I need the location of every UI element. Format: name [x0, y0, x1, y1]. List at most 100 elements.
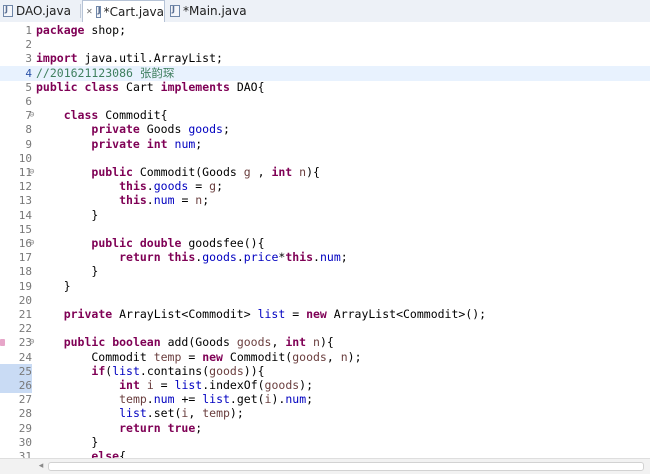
code-text: Goods	[139, 122, 189, 137]
line-number: 23	[18, 336, 32, 350]
field-token: num	[153, 193, 175, 208]
keyword-token: this	[285, 250, 314, 265]
variable-token: goods	[264, 378, 300, 392]
code-line[interactable]: 9 private int num;	[0, 137, 650, 152]
code-content: }	[36, 208, 98, 223]
code-text: .	[236, 250, 244, 265]
keyword-token: this	[167, 250, 196, 265]
code-content: public Commodit(Goods g , int n){	[36, 165, 320, 180]
line-number: 8	[25, 123, 32, 137]
keyword-token: public	[36, 79, 78, 94]
line-number: 5	[25, 80, 32, 94]
code-content: }	[36, 279, 71, 294]
code-content: this.goods = g;	[36, 179, 223, 194]
keyword-token: private	[63, 307, 113, 321]
code-line[interactable]: 4 //201621123086 张韵琛	[0, 65, 650, 81]
field-token: num	[319, 250, 341, 265]
line-number: 17	[18, 251, 32, 265]
code-line[interactable]: 2	[0, 37, 650, 52]
keyword-token: int	[119, 378, 140, 392]
tab-cart-java[interactable]: ✕ *Cart.java	[82, 0, 165, 22]
code-line[interactable]: 10	[0, 151, 650, 166]
scroll-left-arrow-icon[interactable]: ◂	[36, 461, 46, 472]
keyword-token: int	[146, 136, 168, 151]
code-text: .	[146, 193, 154, 208]
code-line[interactable]: 15	[0, 222, 650, 237]
keyword-token: public	[91, 165, 133, 179]
keyword-token: new	[202, 349, 223, 364]
code-line[interactable]: 17 return this.goods.price*this.num;	[0, 250, 650, 265]
variable-token: g	[243, 165, 251, 179]
code-line[interactable]: 8 private Goods goods;	[0, 122, 650, 137]
code-line[interactable]: 28 list.set(i, temp);	[0, 406, 650, 421]
line-number: 16	[18, 237, 32, 250]
field-token: goods	[153, 179, 189, 194]
code-line[interactable]: 20	[0, 293, 650, 308]
code-content: public class Cart implements DAO{	[36, 80, 265, 95]
code-text: =	[153, 378, 175, 392]
code-line[interactable]: 26 int i = list.indexOf(goods);	[0, 378, 650, 393]
code-line[interactable]: 12 this.goods = g;	[0, 179, 650, 194]
horizontal-scrollbar[interactable]: ◂	[0, 458, 650, 474]
keyword-token: class	[84, 79, 120, 94]
fold-toggle-icon[interactable]: ⊖	[29, 165, 34, 180]
code-line[interactable]: 18 }	[0, 264, 650, 279]
variable-token: n	[313, 335, 320, 350]
code-line[interactable]: 13 this.num = n;	[0, 193, 650, 208]
line-number: 1	[25, 24, 32, 37]
code-line[interactable]: 31 else{	[0, 449, 650, 458]
code-text: ,	[250, 165, 272, 179]
code-text: ;	[202, 193, 210, 208]
close-tab-icon[interactable]: ✕	[86, 7, 93, 16]
code-line[interactable]: 22	[0, 321, 650, 336]
code-text: ;	[195, 420, 203, 435]
code-content: //201621123086 张韵琛	[36, 66, 174, 81]
code-line[interactable]: 3 import java.util.ArrayList;	[0, 51, 650, 66]
code-line[interactable]: 5 public class Cart implements DAO{	[0, 80, 650, 95]
line-number: 9	[25, 137, 32, 151]
line-number: 12	[18, 180, 32, 194]
code-line[interactable]: 11 ⊖ public Commodit(Goods g , int n){	[0, 165, 650, 180]
keyword-token: boolean	[112, 335, 161, 350]
tab-dao-java[interactable]: DAO.java	[0, 0, 78, 22]
field-token: list	[119, 406, 147, 421]
field-token: num	[174, 136, 196, 151]
code-line[interactable]: 30 }	[0, 435, 650, 450]
code-text: =	[188, 179, 210, 194]
code-line[interactable]: 14 }	[0, 208, 650, 223]
code-line[interactable]: 29 return true;	[0, 421, 650, 436]
line-number: 14	[18, 208, 32, 222]
code-line[interactable]: 24 Commodit temp = new Commodit(goods, n…	[0, 350, 650, 365]
code-line[interactable]: 27 temp.num += list.get(i).num;	[0, 392, 650, 407]
line-number: 29	[18, 421, 32, 435]
code-line[interactable]: 1 package shop;	[0, 23, 650, 38]
fold-toggle-icon[interactable]: ⊖	[29, 335, 34, 350]
tab-main-java[interactable]: *Main.java	[167, 0, 247, 22]
code-content: }	[36, 264, 98, 279]
code-line[interactable]: 25 if(list.contains(goods)){	[0, 363, 650, 379]
code-line[interactable]: 19 }	[0, 279, 650, 294]
code-line[interactable]: 23 ⊖ public boolean add(Goods goods, int …	[0, 335, 650, 350]
code-line[interactable]: 6	[0, 94, 650, 109]
fold-toggle-icon[interactable]: ⊖	[29, 108, 34, 123]
variable-token: temp	[153, 349, 182, 364]
scrollbar-thumb[interactable]	[48, 462, 644, 471]
code-line[interactable]: 16 ⊖ public double goodsfee(){	[0, 236, 650, 251]
code-line[interactable]: 7 ⊖ class Commodit{	[0, 108, 650, 123]
code-content: class Commodit{	[36, 108, 168, 123]
code-content: private Goods goods;	[36, 122, 230, 137]
code-text: shop;	[84, 23, 127, 37]
code-line[interactable]: 21 private ArrayList<Commodit> list = ne…	[0, 307, 650, 322]
fold-toggle-icon[interactable]: ⊖	[29, 236, 34, 251]
code-content: public boolean add(Goods goods, int n){	[36, 335, 334, 350]
variable-token: i	[146, 378, 154, 392]
field-token: list	[174, 378, 203, 392]
tab-label: DAO.java	[16, 4, 71, 18]
variable-token: n	[340, 349, 348, 364]
code-text: .set(	[146, 406, 182, 421]
code-content: package shop;	[36, 23, 126, 38]
line-number: 26	[0, 378, 32, 393]
code-editor[interactable]: 1 package shop; 2 3 import java.util.ArrayLi…	[0, 22, 650, 458]
